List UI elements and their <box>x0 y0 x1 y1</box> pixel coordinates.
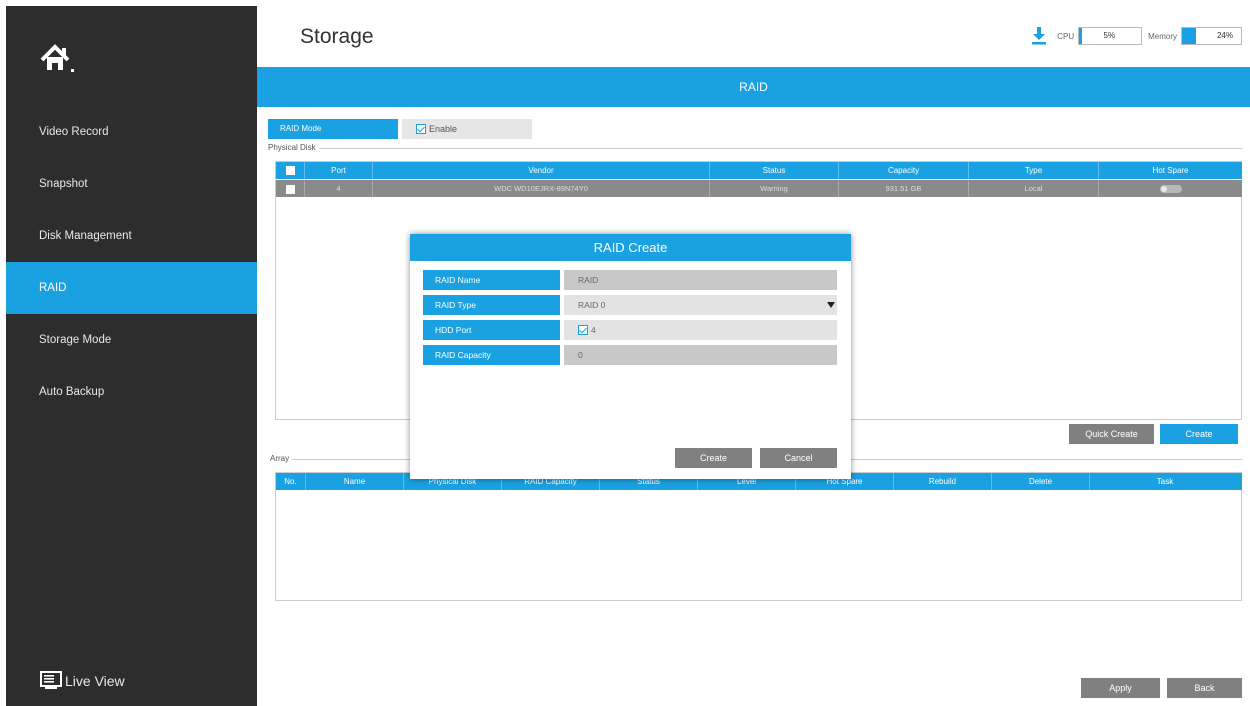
row-checkbox[interactable] <box>276 180 305 197</box>
cell-vendor: WDC WD10EJRX-89N74Y0 <box>373 180 710 197</box>
cpu-label: CPU <box>1057 31 1075 41</box>
raid-type-label: RAID Type <box>423 295 560 315</box>
cpu-meter: 5% <box>1078 27 1143 45</box>
back-button[interactable]: Back <box>1167 678 1242 698</box>
cell-type: Local <box>969 180 1099 197</box>
raid-type-value: RAID 0 <box>578 300 606 310</box>
raid-mode-label: RAID Mode <box>268 119 398 139</box>
raid-capacity-label: RAID Capacity <box>423 345 560 365</box>
array-table <box>275 472 1242 601</box>
select-all-checkbox[interactable] <box>276 162 305 179</box>
sidebar-item-video-record[interactable]: Video Record <box>6 106 257 158</box>
cpu-value: 5% <box>1103 31 1116 40</box>
enable-check-icon <box>416 124 426 134</box>
cell-port: 4 <box>305 180 373 197</box>
raid-capacity-field: 0 <box>564 345 837 365</box>
memory-meter: 24% <box>1181 27 1242 45</box>
raid-banner: RAID <box>257 67 1250 107</box>
hdd-port-field[interactable]: 4 <box>564 320 837 340</box>
col-hot-spare: Hot Spare <box>1152 166 1189 175</box>
col-name: Name <box>306 473 404 490</box>
hot-spare-toggle[interactable] <box>1159 185 1182 194</box>
array-group-label: Array <box>270 454 293 463</box>
live-view-button[interactable]: Live View <box>40 670 125 692</box>
sidebar-item-disk-management[interactable]: Disk Management <box>6 210 257 262</box>
sidebar-item-auto-backup[interactable]: Auto Backup <box>6 366 257 418</box>
dropdown-arrow-icon <box>827 302 835 308</box>
physical-disk-table-header: Port Vendor Status Capacity Type Hot Spa… <box>276 162 1242 179</box>
memory-label: Memory <box>1148 31 1177 41</box>
raid-name-field[interactable]: RAID <box>564 270 837 290</box>
system-stats: CPU 5% Memory 24% <box>1031 27 1242 45</box>
col-port: Port <box>305 162 373 179</box>
sidebar-item-raid[interactable]: RAID <box>6 262 257 314</box>
page-title: Storage <box>300 25 374 48</box>
raid-type-select[interactable]: RAID 0 <box>564 295 837 315</box>
col-capacity: Capacity <box>839 162 969 179</box>
live-view-label: Live View <box>65 673 125 689</box>
sidebar-item-storage-mode[interactable]: Storage Mode <box>6 314 257 366</box>
quick-create-button[interactable]: Quick Create <box>1069 424 1154 444</box>
cpu-meter-fill <box>1079 28 1083 44</box>
checkbox-icon <box>285 166 295 176</box>
physical-disk-group-label: Physical Disk <box>268 143 319 152</box>
raid-enable-checkbox[interactable]: Enable <box>402 119 532 139</box>
hdd-port-label: HDD Port <box>423 320 560 340</box>
col-task: Task <box>1156 477 1174 486</box>
cell-hot-spare[interactable] <box>1099 180 1242 197</box>
col-vendor: Vendor <box>373 162 710 179</box>
apply-button[interactable]: Apply <box>1081 678 1160 698</box>
col-delete: Delete <box>992 473 1090 490</box>
sidebar: Video Record Snapshot Disk Management RA… <box>6 6 257 706</box>
hdd-port-checkbox[interactable] <box>578 325 588 335</box>
dialog-cancel-button[interactable]: Cancel <box>760 448 837 468</box>
cell-status: Warning <box>710 180 839 197</box>
hdd-port-value: 4 <box>591 325 596 335</box>
enable-label: Enable <box>429 124 458 134</box>
cell-capacity: 931.51 GB <box>839 180 969 197</box>
raid-name-label: RAID Name <box>423 270 560 290</box>
memory-meter-fill <box>1182 28 1197 44</box>
col-no: No. <box>276 473 306 490</box>
col-rebuild: Rebuild <box>894 473 992 490</box>
col-type: Type <box>969 162 1099 179</box>
download-icon[interactable] <box>1031 27 1047 45</box>
raid-create-dialog: RAID Create RAID Name RAID RAID Type RAI… <box>410 234 851 479</box>
checkbox-icon <box>285 184 295 194</box>
physical-disk-divider <box>268 148 1242 149</box>
dialog-title: RAID Create <box>410 234 851 261</box>
create-button[interactable]: Create <box>1160 424 1238 444</box>
memory-value: 24% <box>1216 31 1233 40</box>
table-row[interactable]: 4 WDC WD10EJRX-89N74Y0 Warning 931.51 GB… <box>276 180 1242 197</box>
live-view-icon <box>40 671 62 689</box>
dialog-create-button[interactable]: Create <box>675 448 752 468</box>
sidebar-item-snapshot[interactable]: Snapshot <box>6 158 257 210</box>
home-icon[interactable] <box>40 42 80 78</box>
col-status: Status <box>710 162 839 179</box>
